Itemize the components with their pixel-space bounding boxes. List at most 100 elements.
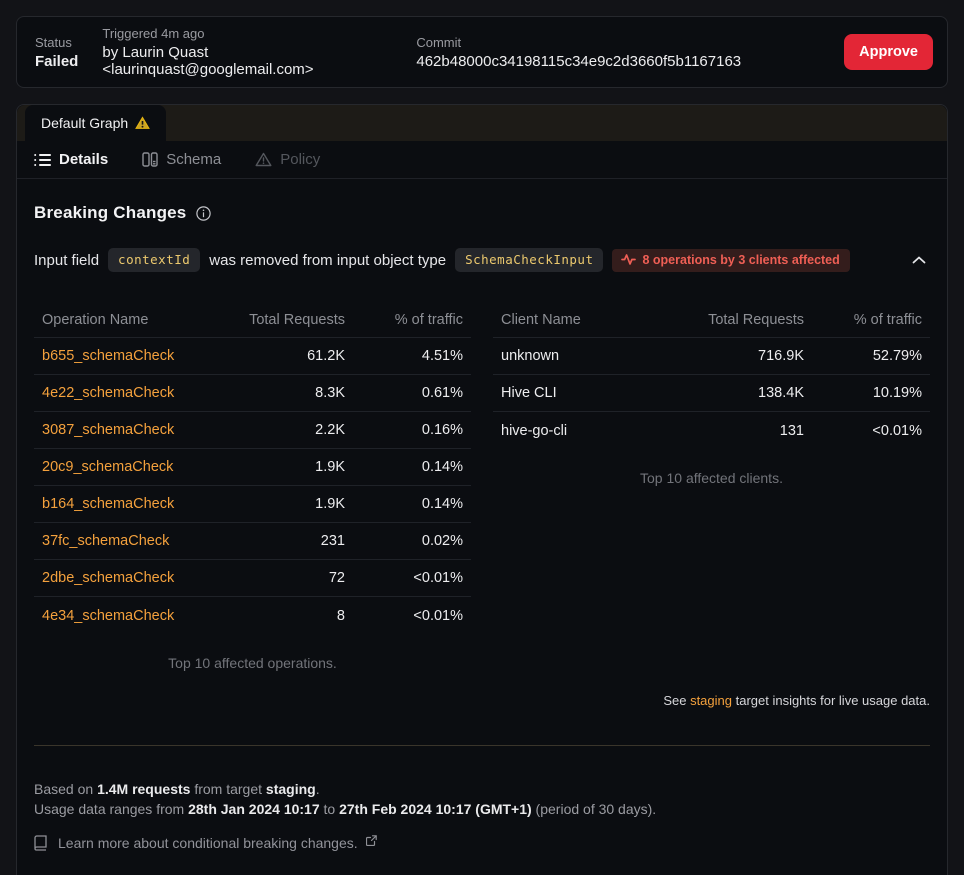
operation-total-requests: 8	[220, 608, 345, 624]
table-row: 3087_schemaCheck 2.2K 0.16%	[34, 412, 471, 449]
external-link-icon	[366, 835, 377, 846]
operation-total-requests: 1.9K	[220, 459, 345, 475]
client-name: hive-go-cli	[501, 423, 679, 439]
info-circle-icon	[196, 206, 211, 221]
status-value: Failed	[35, 53, 78, 70]
breaking-changes-title: Breaking Changes	[34, 203, 186, 223]
tab-details-label: Details	[59, 151, 108, 168]
operation-name-link[interactable]: 4e34_schemaCheck	[42, 608, 174, 624]
operation-traffic-percent: 4.51%	[345, 348, 463, 364]
operation-total-requests: 8.3K	[220, 385, 345, 401]
column-header-total-requests: Total Requests	[220, 312, 345, 328]
tab-policy[interactable]: Policy	[255, 151, 320, 168]
clients-table: Client Name Total Requests % of traffic …	[493, 302, 930, 671]
operation-name-link[interactable]: 20c9_schemaCheck	[42, 459, 173, 475]
list-icon	[34, 153, 51, 167]
operations-table-caption: Top 10 affected operations.	[34, 655, 471, 671]
tab-details[interactable]: Details	[34, 151, 108, 168]
based-on-text: Based on	[34, 781, 97, 797]
table-row: 4e34_schemaCheck 8 <0.01%	[34, 597, 471, 634]
operation-total-requests: 2.2K	[220, 422, 345, 438]
usage-summary-line1: Based on 1.4M requests from target stagi…	[34, 779, 930, 799]
table-row: Hive CLI 138.4K 10.19%	[493, 375, 930, 412]
breaking-changes-header: Breaking Changes	[34, 203, 930, 223]
range-suffix-text: (period of 30 days).	[532, 801, 657, 817]
operation-total-requests: 72	[220, 570, 345, 586]
request-count: 1.4M requests	[97, 781, 190, 797]
operation-traffic-percent: 0.16%	[345, 422, 463, 438]
range-start-date: 28th Jan 2024 10:17	[188, 801, 320, 817]
column-header-operation-name: Operation Name	[42, 312, 220, 328]
operations-table-header: Operation Name Total Requests % of traff…	[34, 302, 471, 338]
usage-tables: Operation Name Total Requests % of traff…	[34, 302, 930, 671]
to-text: to	[320, 801, 339, 817]
client-total-requests: 131	[679, 423, 804, 439]
commit-label: Commit	[416, 35, 844, 50]
check-header-card: Status Failed Triggered 4m ago by Laurin…	[16, 16, 948, 88]
table-row: unknown 716.9K 52.79%	[493, 338, 930, 375]
client-total-requests: 716.9K	[679, 348, 804, 364]
operation-name-link[interactable]: b655_schemaCheck	[42, 348, 174, 364]
clients-table-body: unknown 716.9K 52.79% Hive CLI 138.4K 10…	[493, 338, 930, 449]
change-text-middle: was removed from input object type	[209, 252, 446, 269]
commit-column: Commit 462b48000c34198115c34e9c2d3660f5b…	[416, 35, 844, 70]
operation-name-link[interactable]: 3087_schemaCheck	[42, 422, 174, 438]
table-row: 2dbe_schemaCheck 72 <0.01%	[34, 560, 471, 597]
tab-policy-label: Policy	[280, 151, 320, 168]
tab-default-graph[interactable]: Default Graph	[25, 105, 166, 141]
activity-pulse-icon	[621, 254, 636, 265]
footer-divider	[34, 745, 930, 746]
usage-summary-line2: Usage data ranges from 28th Jan 2024 10:…	[34, 799, 930, 819]
warning-outline-icon	[255, 152, 272, 167]
commit-hash: 462b48000c34198115c34e9c2d3660f5b1167163	[416, 53, 844, 70]
column-header-traffic: % of traffic	[804, 312, 922, 328]
period-end-text: .	[316, 781, 320, 797]
operation-name-link[interactable]: 2dbe_schemaCheck	[42, 570, 174, 586]
column-header-client-name: Client Name	[501, 312, 679, 328]
status-label: Status	[35, 35, 78, 50]
operations-table-body: b655_schemaCheck 61.2K 4.51% 4e22_schema…	[34, 338, 471, 634]
operation-traffic-percent: <0.01%	[345, 570, 463, 586]
affected-badge-label: 8 operations by 3 clients affected	[642, 253, 839, 267]
details-content: Breaking Changes Input field contextId w…	[17, 203, 947, 851]
breaking-change-row[interactable]: Input field contextId was removed from i…	[34, 248, 930, 272]
affected-operations-badge[interactable]: 8 operations by 3 clients affected	[612, 249, 849, 272]
operation-total-requests: 61.2K	[220, 348, 345, 364]
range-prefix-text: Usage data ranges from	[34, 801, 188, 817]
chevron-up-icon[interactable]	[912, 256, 926, 264]
operation-total-requests: 231	[220, 533, 345, 549]
operation-traffic-percent: 0.02%	[345, 533, 463, 549]
staging-target-link[interactable]: staging	[690, 693, 732, 708]
table-row: 37fc_schemaCheck 231 0.02%	[34, 523, 471, 560]
usage-summary: Based on 1.4M requests from target stagi…	[34, 779, 930, 819]
tab-schema[interactable]: Schema	[142, 151, 221, 168]
operation-name-link[interactable]: 37fc_schemaCheck	[42, 533, 169, 549]
operation-traffic-percent: 0.14%	[345, 459, 463, 475]
graph-tab-label: Default Graph	[41, 115, 128, 131]
operation-name-link[interactable]: b164_schemaCheck	[42, 496, 174, 512]
operation-traffic-percent: 0.14%	[345, 496, 463, 512]
tab-schema-label: Schema	[166, 151, 221, 168]
field-code-badge: contextId	[108, 248, 200, 272]
operation-name-link[interactable]: 4e22_schemaCheck	[42, 385, 174, 401]
book-icon	[34, 835, 47, 851]
insights-note-prefix: See	[663, 693, 690, 708]
warning-triangle-icon	[135, 116, 150, 130]
client-traffic-percent: <0.01%	[804, 423, 922, 439]
insights-note-suffix: target insights for live usage data.	[732, 693, 930, 708]
triggered-label: Triggered 4m ago	[102, 26, 402, 41]
check-subtabs: Details Schema Policy	[17, 141, 947, 179]
client-name: unknown	[501, 348, 679, 364]
client-traffic-percent: 52.79%	[804, 348, 922, 364]
target-name: staging	[266, 781, 316, 797]
clients-table-header: Client Name Total Requests % of traffic	[493, 302, 930, 338]
change-text-prefix: Input field	[34, 252, 99, 269]
approve-button[interactable]: Approve	[844, 34, 933, 70]
insights-note: See staging target insights for live usa…	[34, 693, 930, 708]
table-row: b655_schemaCheck 61.2K 4.51%	[34, 338, 471, 375]
learn-more-link[interactable]: Learn more about conditional breaking ch…	[34, 835, 930, 851]
schema-columns-icon	[142, 152, 158, 167]
operation-traffic-percent: <0.01%	[345, 608, 463, 624]
client-traffic-percent: 10.19%	[804, 385, 922, 401]
triggered-column: Triggered 4m ago by Laurin Quast <laurin…	[102, 26, 402, 78]
